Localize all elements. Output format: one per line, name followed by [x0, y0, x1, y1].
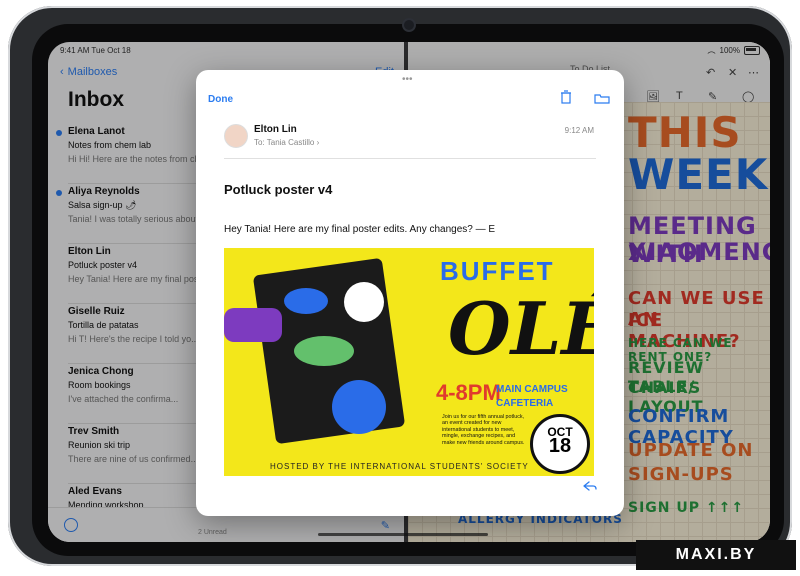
chevron-right-icon: › [316, 138, 320, 147]
poster-place-line-2: CAFETERIA [496, 398, 554, 409]
mail-time: 9:12 AM [564, 126, 594, 135]
ipad-screen: 9:41 AM Tue Oct 18 ︵ 100% ‹ Mailboxes Ed… [48, 42, 770, 542]
watermark-logo: MAXI.BY [636, 540, 796, 570]
reply-icon[interactable] [582, 480, 598, 492]
poster-plate-illustration [332, 380, 386, 434]
battery-percent: 100% [719, 46, 740, 55]
poster-title-buffet: BUFFET [440, 256, 555, 286]
recipient-name: Tania Castillo [266, 138, 315, 147]
to-label: To: [254, 138, 265, 147]
poster-plate-illustration [294, 336, 354, 366]
front-camera [404, 20, 414, 30]
folder-icon[interactable] [594, 92, 610, 104]
sender-name: Elton Lin [254, 124, 297, 135]
ipad-device: 9:41 AM Tue Oct 18 ︵ 100% ‹ Mailboxes Ed… [8, 6, 792, 566]
avatar [224, 124, 248, 148]
poster-time: 4-8PM [436, 380, 501, 405]
wifi-icon: ︵ [707, 46, 716, 55]
poster-place-line-1: MAIN CAMPUS [496, 384, 568, 395]
done-button[interactable]: Done [208, 94, 233, 105]
status-right: ︵ 100% [708, 45, 760, 56]
divider [224, 158, 596, 159]
poster-plate-illustration [344, 282, 384, 322]
poster-date-badge: OCT 18 [530, 414, 590, 474]
poster-plate-illustration [284, 288, 328, 314]
more-icon[interactable]: ••• [402, 74, 413, 85]
poster-attachment[interactable]: BUFFET OLÉ 4-8PM MAIN CAMPUS CAFETERIA J… [224, 248, 594, 476]
poster-blurb: Join us for our fifth annual potluck, an… [442, 414, 525, 446]
recipient-line[interactable]: To: Tania Castillo › [254, 138, 319, 147]
poster-date-day: 18 [548, 435, 572, 457]
battery-icon [744, 46, 760, 55]
email-body: Hey Tania! Here are my final poster edit… [224, 224, 496, 235]
message-sheet: ••• Done Elton Lin To: Tania Castillo › … [196, 70, 624, 516]
poster-hosted-by: HOSTED BY THE INTERNATIONAL STUDENTS' SO… [270, 462, 529, 471]
poster-title-ole: OLÉ [448, 286, 594, 371]
status-time: 9:41 AM Tue Oct 18 [60, 46, 131, 55]
email-subject: Potluck poster v4 [224, 182, 333, 197]
poster-hand-illustration [224, 308, 282, 342]
home-indicator [318, 533, 488, 536]
trash-icon[interactable] [560, 90, 572, 104]
status-bar: 9:41 AM Tue Oct 18 ︵ 100% [48, 42, 770, 58]
